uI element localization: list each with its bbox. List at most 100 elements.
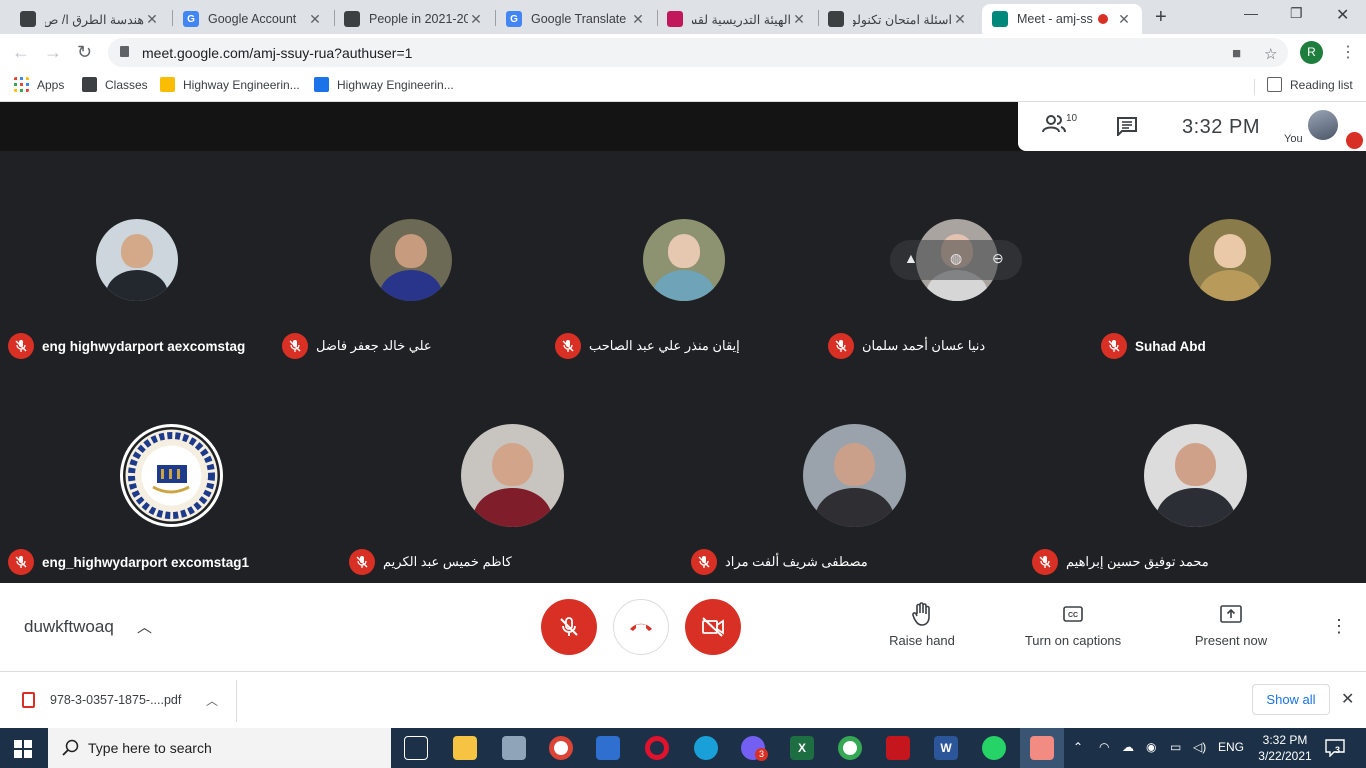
bookmark-highway-2[interactable]: Highway Engineerin... — [314, 77, 454, 92]
windows-taskbar: Type here to search 3 X W ⌃ ◠ ☁ ◉ ▭ ◁) E… — [0, 728, 1366, 768]
tab-title: الهيئة التدريسية لقسم — [692, 12, 791, 27]
bookmark-star-icon[interactable]: ☆ — [1264, 45, 1277, 63]
network-icon[interactable]: ◠ — [1099, 740, 1109, 754]
word-icon[interactable]: W — [934, 736, 958, 760]
leave-call-button[interactable] — [613, 599, 669, 655]
reading-list-button[interactable]: Reading list — [1267, 77, 1353, 92]
tray-chevron-icon[interactable]: ⌃ — [1073, 740, 1083, 754]
onedrive-icon[interactable]: ☁ — [1122, 740, 1134, 754]
close-tab-icon[interactable]: ✕ — [307, 11, 323, 28]
svg-text:CC: CC — [1068, 612, 1078, 619]
profile-avatar[interactable]: R — [1300, 41, 1323, 64]
mic-toggle-button[interactable] — [541, 599, 597, 655]
people-icon[interactable] — [1042, 114, 1066, 134]
call-controls-bar: duwkftwoaq ︿ Raise hand CC Turn on capti… — [0, 583, 1366, 671]
self-muted-icon — [1346, 132, 1363, 149]
battery-icon[interactable]: ▭ — [1170, 740, 1181, 754]
active-app-slot[interactable] — [1020, 728, 1064, 768]
mic-off-icon — [8, 333, 34, 359]
new-tab-button[interactable]: + — [1155, 6, 1167, 29]
opera-icon[interactable] — [645, 736, 669, 760]
close-tab-icon[interactable]: ✕ — [1116, 11, 1132, 28]
address-bar[interactable]: meet.google.com/amj-ssuy-rua?authuser=1 … — [108, 38, 1288, 67]
whatsapp-icon[interactable] — [982, 736, 1006, 760]
participant-name-row: دنيا عسان أحمد سلمان — [828, 333, 985, 359]
hand-icon — [912, 602, 930, 626]
task-view-icon[interactable] — [404, 736, 428, 760]
bookmark-highway-1[interactable]: Highway Engineerin... — [160, 77, 300, 92]
forward-button[interactable]: → — [44, 42, 62, 63]
bookmark-classes[interactable]: Classes — [82, 77, 148, 92]
camera-permission-icon[interactable]: ■ — [1232, 45, 1241, 62]
language-indicator[interactable]: ENG — [1218, 740, 1244, 754]
mute-participant-icon[interactable]: ◍ — [950, 250, 962, 267]
url-text: meet.google.com/amj-ssuy-rua?authuser=1 — [142, 45, 413, 61]
participant-avatar — [461, 424, 564, 527]
close-tab-icon[interactable]: ✕ — [630, 11, 646, 28]
browser-tab[interactable]: الهيئة التدريسية لقسم ✕ — [657, 4, 817, 34]
back-button[interactable]: ← — [12, 42, 30, 63]
edge-icon[interactable] — [694, 736, 718, 760]
minimize-button[interactable]: — — [1244, 5, 1258, 21]
self-avatar[interactable] — [1308, 110, 1338, 140]
browser-tab[interactable]: People in 2021-20 ✕ — [334, 4, 494, 34]
search-placeholder: Type here to search — [88, 740, 212, 756]
globe-icon[interactable]: ◉ — [1146, 740, 1156, 754]
chevron-up-icon[interactable]: ︿ — [137, 616, 152, 637]
closed-captions-icon: CC — [1063, 606, 1083, 622]
remove-participant-icon[interactable]: ⊖ — [992, 250, 1004, 267]
restore-button[interactable]: ❐ — [1290, 5, 1303, 22]
bookmark-label: Highway Engineerin... — [183, 77, 300, 92]
browser-tab[interactable]: هندسة الطرق ا/ ص ✕ — [10, 4, 170, 34]
meeting-code[interactable]: duwkftwoaq — [24, 617, 114, 637]
app-icon[interactable] — [502, 736, 526, 760]
app-icon — [1030, 736, 1054, 760]
browser-tab[interactable]: G Google Translate ✕ — [496, 4, 656, 34]
close-tab-icon[interactable]: ✕ — [952, 11, 968, 28]
pin-icon[interactable]: ▲ — [904, 250, 918, 266]
file-explorer-icon[interactable] — [453, 736, 477, 760]
browser-tab-active[interactable]: Meet - amj-ss ✕ — [982, 4, 1142, 34]
classroom-icon — [344, 11, 360, 27]
participant-name-row: علي خالد جعفر فاضل — [282, 333, 432, 359]
mic-off-icon — [560, 617, 578, 636]
chrome-profile-icon[interactable] — [838, 736, 862, 760]
participant-name-row: كاظم خميس عبد الكريم — [349, 549, 512, 575]
camera-toggle-button[interactable] — [685, 599, 741, 655]
download-item[interactable]: 978-3-0357-1875-....pdf — [22, 692, 181, 708]
close-tab-icon[interactable]: ✕ — [144, 11, 160, 28]
raise-hand-label: Raise hand — [889, 633, 955, 648]
chrome-icon[interactable] — [549, 736, 573, 760]
mic-off-icon — [828, 333, 854, 359]
reload-button[interactable]: ↻ — [77, 42, 92, 63]
mic-off-icon — [1032, 549, 1058, 575]
volume-icon[interactable]: ◁) — [1193, 740, 1206, 754]
excel-icon[interactable]: X — [790, 736, 814, 760]
chat-icon[interactable] — [1116, 116, 1138, 136]
close-tab-icon[interactable]: ✕ — [468, 11, 484, 28]
chevron-up-icon[interactable]: ︿ — [206, 692, 218, 709]
browser-menu-icon[interactable]: ⋮ — [1340, 42, 1356, 62]
browser-toolbar: ← → ↻ meet.google.com/amj-ssuy-rua?authu… — [0, 34, 1366, 71]
close-window-button[interactable]: ✕ — [1336, 5, 1349, 25]
more-options-icon[interactable]: ⋮ — [1330, 616, 1348, 637]
show-all-button[interactable]: Show all — [1252, 684, 1330, 715]
windows-start-icon[interactable] — [14, 740, 32, 758]
browser-tab[interactable]: اسئلة امتحان تكنولو ✕ — [818, 4, 978, 34]
store-icon[interactable] — [596, 736, 620, 760]
close-tab-icon[interactable]: ✕ — [791, 11, 807, 28]
present-now-button[interactable]: Present now — [1171, 601, 1291, 648]
reading-list-label: Reading list — [1290, 77, 1353, 92]
download-filename: 978-3-0357-1875-....pdf — [50, 693, 182, 707]
self-label: You — [1284, 133, 1303, 145]
participant-name: إيقان منذر علي عبد الصاحب — [589, 338, 740, 353]
acrobat-icon[interactable] — [886, 736, 910, 760]
participant-avatar — [370, 219, 452, 301]
taskbar-search[interactable]: Type here to search — [48, 728, 391, 768]
browser-tab[interactable]: G Google Account ✕ — [173, 4, 333, 34]
raise-hand-button[interactable]: Raise hand — [862, 601, 982, 648]
close-downloads-icon[interactable]: ✕ — [1341, 689, 1354, 709]
bookmark-apps[interactable]: Apps — [14, 77, 64, 92]
captions-button[interactable]: CC Turn on captions — [1013, 601, 1133, 648]
taskbar-clock[interactable]: 3:32 PM 3/22/2021 — [1252, 732, 1318, 764]
